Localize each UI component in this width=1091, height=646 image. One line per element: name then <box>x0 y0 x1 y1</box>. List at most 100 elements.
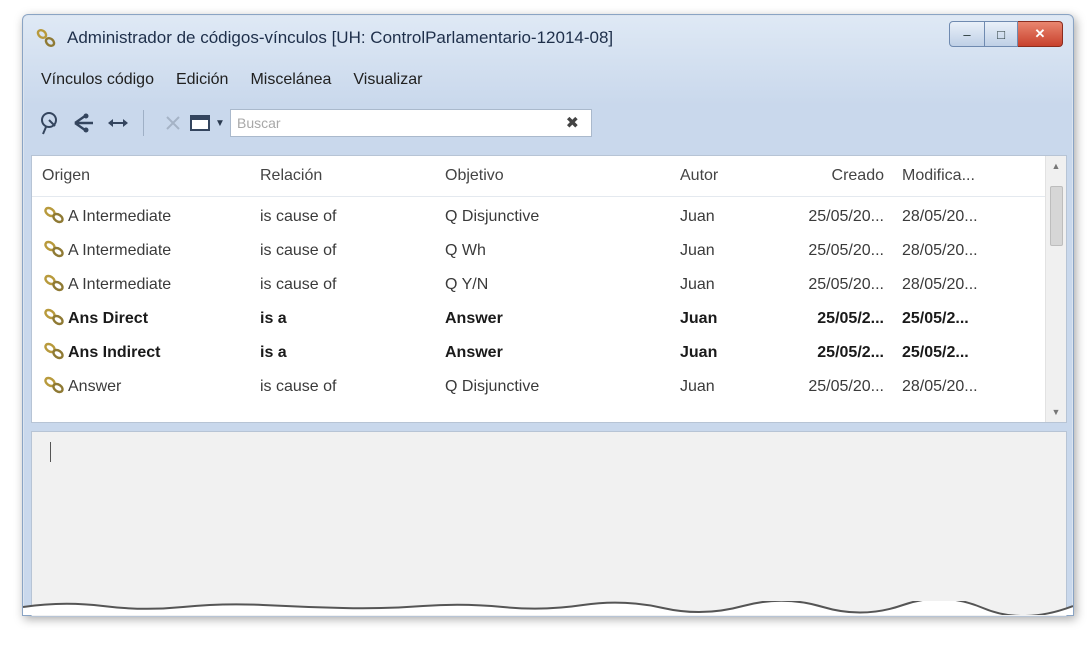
table-row[interactable]: A Intermediate is cause of Q Disjunctive Ju… <box>32 200 1046 234</box>
cell-creado: 25/05/20... <box>808 276 884 293</box>
cell-objetivo: Q Disjunctive <box>445 208 540 225</box>
torn-edge <box>23 601 1073 615</box>
cell-modificado: 28/05/20... <box>902 378 978 395</box>
code-link-manager-window: Administrador de códigos-vínculos [UH: C… <box>22 14 1074 617</box>
clear-search-icon[interactable]: ✖ <box>566 113 579 133</box>
delete-icon <box>162 112 184 134</box>
chevron-down-icon[interactable]: ▼ <box>215 118 225 129</box>
scroll-down-icon[interactable]: ▼ <box>1046 402 1066 422</box>
origen-text: Answer <box>68 378 122 395</box>
toolbar-separator <box>143 110 144 136</box>
view-window-button[interactable]: ▼ <box>190 108 225 138</box>
code-links-table: Origen Relación Objetivo Autor Creado Mo… <box>31 155 1067 423</box>
window-title: Administrador de códigos-vínculos [UH: C… <box>67 28 614 47</box>
caption-buttons: – □ ✕ <box>949 21 1063 47</box>
menu-bar: Vínculos código Edición Miscelánea Visua… <box>31 67 1065 93</box>
origen-text: A Intermediate <box>68 242 172 259</box>
menu-edicion[interactable]: Edición <box>176 71 228 89</box>
link-icon <box>42 375 68 400</box>
cell-origen: A Intermediate <box>32 273 260 298</box>
col-autor[interactable]: Autor <box>680 167 768 185</box>
cell-origen: Answer <box>32 375 260 400</box>
cell-autor: Juan <box>680 344 718 361</box>
double-arrow-icon <box>105 110 131 136</box>
delete-button[interactable] <box>158 108 188 138</box>
tree-link-button[interactable] <box>69 108 99 138</box>
app-link-icon <box>35 27 57 49</box>
cell-origen: A Intermediate <box>32 239 260 264</box>
title-bar[interactable]: Administrador de códigos-vínculos [UH: C… <box>23 15 1073 59</box>
cell-creado: 25/05/2... <box>817 344 884 361</box>
cell-creado: 25/05/20... <box>808 242 884 259</box>
cell-autor: Juan <box>680 208 715 225</box>
col-relacion[interactable]: Relación <box>260 167 445 185</box>
cell-modificado: 25/05/2... <box>902 310 969 327</box>
cell-relacion: is cause of <box>260 378 337 395</box>
link-icon <box>42 205 68 230</box>
close-icon: ✕ <box>1034 26 1046 41</box>
origen-text: Ans Indirect <box>68 344 161 361</box>
col-objetivo[interactable]: Objetivo <box>445 167 680 185</box>
link-icon <box>42 341 68 366</box>
cell-autor: Juan <box>680 378 715 395</box>
cell-creado: 25/05/20... <box>808 378 884 395</box>
double-arrow-button[interactable] <box>103 108 133 138</box>
table-row[interactable]: Ans Indirect is a Answer Juan 25/05/2... 25/0… <box>32 336 1046 370</box>
new-link-button[interactable] <box>35 108 65 138</box>
cell-autor: Juan <box>680 276 715 293</box>
link-icon <box>42 273 68 298</box>
comment-editor[interactable] <box>31 431 1067 617</box>
link-icon <box>42 239 68 264</box>
cell-modificado: 28/05/20... <box>902 276 978 293</box>
vertical-scrollbar[interactable]: ▲ ▼ <box>1045 156 1066 422</box>
cell-relacion: is a <box>260 310 287 327</box>
cell-objetivo: Q Y/N <box>445 276 489 293</box>
menu-miscelanea[interactable]: Miscelánea <box>250 71 331 89</box>
cell-relacion: is cause of <box>260 276 337 293</box>
cell-objetivo: Answer <box>445 344 503 361</box>
col-origen[interactable]: Origen <box>32 167 260 185</box>
origen-text: Ans Direct <box>68 310 149 327</box>
cell-modificado: 28/05/20... <box>902 242 978 259</box>
cell-origen: A Intermediate <box>32 205 260 230</box>
link-icon <box>42 307 68 332</box>
minimize-icon: – <box>963 26 971 42</box>
cell-relacion: is a <box>260 344 287 361</box>
cell-autor: Juan <box>680 310 718 327</box>
origen-text: A Intermediate <box>68 208 172 225</box>
col-modificado[interactable]: Modifica... <box>892 167 1042 185</box>
cell-objetivo: Q Wh <box>445 242 486 259</box>
cell-objetivo: Answer <box>445 310 503 327</box>
cell-objetivo: Q Disjunctive <box>445 378 540 395</box>
table-row[interactable]: A Intermediate is cause of Q Wh Juan 25/05/2… <box>32 234 1046 268</box>
menu-vinculos-codigo[interactable]: Vínculos código <box>41 71 154 89</box>
maximize-button[interactable]: □ <box>985 21 1018 47</box>
toolbar: ▼ ✖ <box>31 101 1065 145</box>
text-caret <box>50 442 51 462</box>
table-header: Origen Relación Objetivo Autor Creado Mo… <box>32 156 1046 197</box>
menu-visualizar[interactable]: Visualizar <box>353 71 422 89</box>
close-button[interactable]: ✕ <box>1018 21 1063 47</box>
scroll-up-icon[interactable]: ▲ <box>1046 156 1066 176</box>
search-box[interactable]: ✖ <box>230 109 592 137</box>
minimize-button[interactable]: – <box>949 21 985 47</box>
col-creado[interactable]: Creado <box>768 167 892 185</box>
table-row[interactable]: A Intermediate is cause of Q Y/N Juan 25/05/… <box>32 268 1046 302</box>
table-row[interactable]: Answer is cause of Q Disjunctive Juan 25/05/… <box>32 370 1046 404</box>
cell-relacion: is cause of <box>260 208 337 225</box>
cell-creado: 25/05/20... <box>808 208 884 225</box>
cell-origen: Ans Direct <box>32 307 260 332</box>
origen-text: A Intermediate <box>68 276 172 293</box>
tree-link-icon <box>71 110 97 136</box>
cell-origen: Ans Indirect <box>32 341 260 366</box>
cell-modificado: 25/05/2... <box>902 344 969 361</box>
scroll-thumb[interactable] <box>1050 186 1063 246</box>
cell-modificado: 28/05/20... <box>902 208 978 225</box>
maximize-icon: □ <box>997 26 1005 42</box>
cell-autor: Juan <box>680 242 715 259</box>
new-link-icon <box>37 110 63 136</box>
search-input[interactable] <box>231 114 539 132</box>
table-row[interactable]: Ans Direct is a Answer Juan 25/05/2... 25/05/… <box>32 302 1046 336</box>
cell-relacion: is cause of <box>260 242 337 259</box>
cell-creado: 25/05/2... <box>817 310 884 327</box>
